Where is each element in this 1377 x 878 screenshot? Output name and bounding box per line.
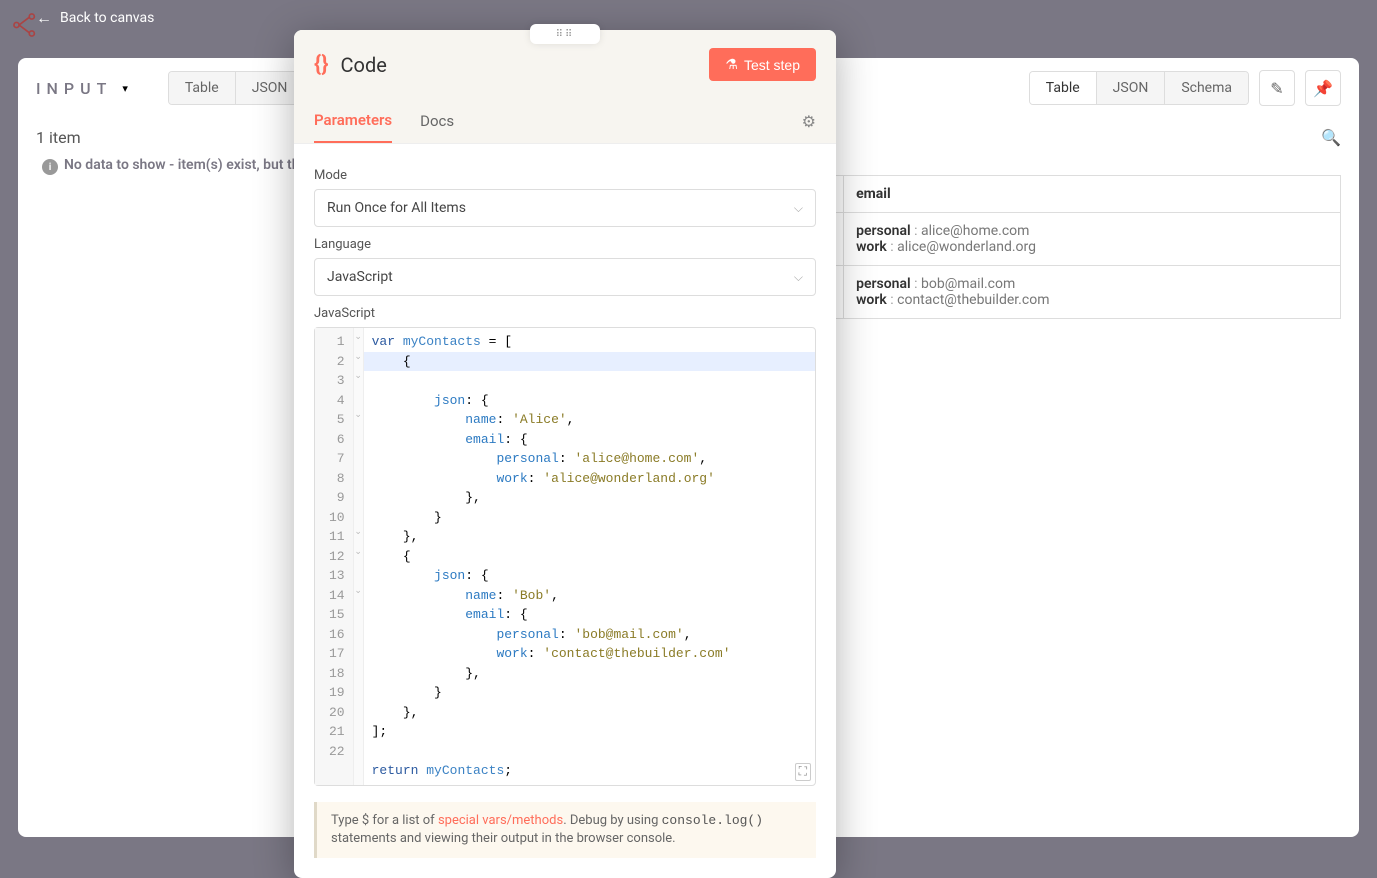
mode-select[interactable]: Run Once for All Items ⌵	[314, 189, 816, 227]
chevron-down-icon: ⌵	[794, 270, 803, 285]
expand-editor-icon[interactable]: ⛶	[795, 763, 811, 781]
output-tab-json[interactable]: JSON	[1097, 72, 1166, 104]
modal-drag-handle[interactable]: ⠿⠿	[530, 24, 600, 44]
flask-icon: ⚗	[725, 56, 738, 73]
editor-hint: Type $ for a list of special vars/method…	[314, 802, 816, 858]
code-label: JavaScript	[314, 306, 816, 321]
search-icon[interactable]: 🔍	[1321, 128, 1341, 147]
info-icon: i	[42, 159, 58, 175]
edit-button[interactable]: ✎	[1259, 70, 1295, 106]
special-vars-link[interactable]: special vars/methods	[438, 813, 563, 828]
test-step-button[interactable]: ⚗ Test step	[709, 48, 816, 81]
pin-button[interactable]: 📌	[1305, 70, 1341, 106]
modal-title: Code	[341, 53, 387, 77]
input-items-count: 1 item	[36, 128, 81, 147]
output-tab-schema[interactable]: Schema	[1165, 72, 1248, 104]
modal-tab-parameters[interactable]: Parameters	[314, 99, 392, 143]
chevron-down-icon: ⌵	[794, 201, 803, 216]
code-editor[interactable]: 12345678910111213141516171819202122 ⌄⌄⌄ …	[314, 327, 816, 786]
input-dropdown-icon[interactable]: ▾	[122, 82, 128, 95]
output-tab-table[interactable]: Table	[1030, 72, 1097, 104]
settings-gear-icon[interactable]: ⚙	[802, 104, 816, 139]
app-logo	[8, 8, 42, 44]
back-to-canvas-link[interactable]: Back to canvas	[60, 10, 154, 26]
input-title: INPUT	[36, 79, 112, 98]
code-node-modal: ⠿⠿ {} Code ⚗ Test step Parameters Docs ⚙…	[294, 30, 836, 878]
language-label: Language	[314, 237, 816, 252]
input-tab-table[interactable]: Table	[169, 72, 236, 104]
output-col-email: email	[844, 176, 1341, 213]
language-select[interactable]: JavaScript ⌵	[314, 258, 816, 296]
code-icon: {}	[314, 52, 329, 77]
modal-tab-docs[interactable]: Docs	[420, 100, 454, 142]
mode-label: Mode	[314, 168, 816, 183]
